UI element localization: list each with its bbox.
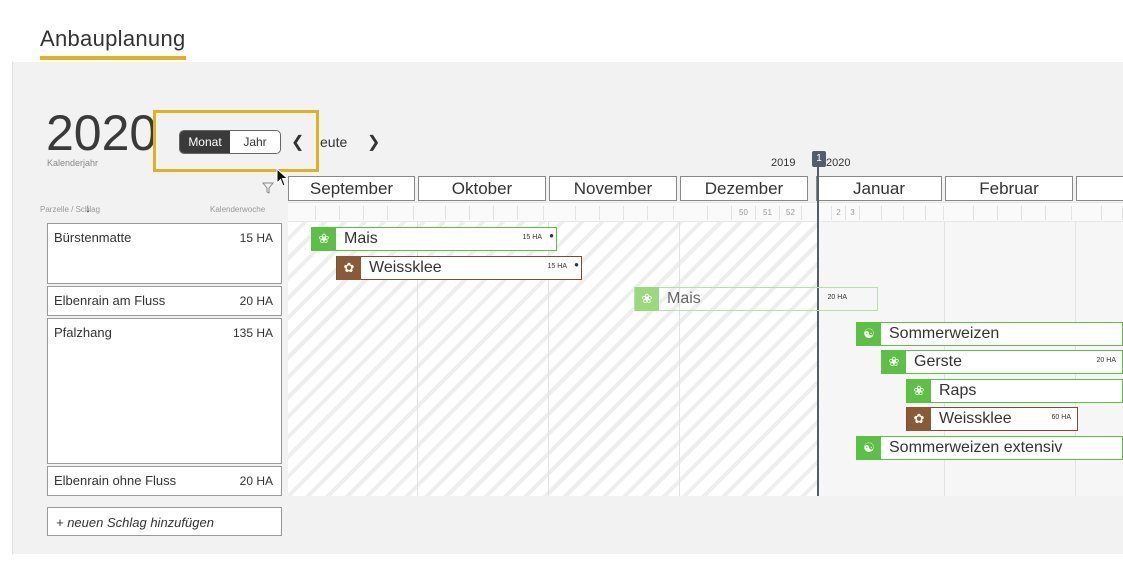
crop-bar[interactable]: ✿ Weissklee 60 HA — [906, 407, 1078, 431]
calendar-year: 2020 — [46, 105, 158, 161]
week-3: 3 — [846, 206, 860, 220]
plot-size: 20 HA — [239, 474, 273, 488]
crop-name: Gerste — [914, 353, 963, 370]
sort-down-icon[interactable]: ↓ — [85, 201, 91, 215]
month-december[interactable]: Dezember — [680, 176, 808, 201]
clover-icon: ✿ — [907, 407, 931, 431]
week-52: 52 — [780, 206, 802, 220]
chevron-left-icon[interactable]: ❮ — [291, 132, 304, 152]
crop-bar[interactable]: ❀ Mais 20 HA — [634, 287, 878, 311]
month-february[interactable]: Februar — [945, 176, 1073, 201]
crop-name: Mais — [344, 230, 378, 247]
lock-icon: ● — [574, 260, 579, 269]
month-october[interactable]: Oktober — [418, 176, 546, 201]
leaf-icon: ❀ — [312, 227, 336, 251]
leaf-icon: ❀ — [882, 350, 906, 374]
week-50: 50 — [732, 206, 756, 220]
view-toggle-year[interactable]: Jahr — [230, 131, 280, 153]
chevron-right-icon[interactable]: ❯ — [367, 132, 380, 152]
plot-name: Pfalzhang — [54, 325, 112, 340]
month-september[interactable]: September — [288, 176, 415, 201]
plot-name: Elbenrain ohne Fluss — [54, 473, 177, 488]
column-header-week: Kalenderwoche — [210, 205, 266, 214]
crop-name: Weissklee — [939, 410, 1012, 427]
month-header-row: September Oktober November Dezember Janu… — [288, 176, 1123, 201]
add-plot-button[interactable]: + neuen Schlag hinzufügen — [47, 507, 282, 536]
wheat-icon: ☯ — [857, 322, 881, 346]
lock-icon: ● — [549, 231, 554, 240]
today-button[interactable]: eute — [320, 134, 347, 150]
plot-size: 135 HA — [232, 326, 273, 340]
crop-name: Sommerweizen — [889, 325, 1000, 342]
crop-bar[interactable]: ❀ Mais 15 HA ● — [311, 227, 557, 251]
leaf-icon: ❀ — [907, 379, 931, 403]
plot-size: 15 HA — [239, 231, 273, 245]
week-2: 2 — [832, 206, 846, 220]
plot-name: Elbenrain am Fluss — [54, 293, 166, 308]
clover-icon: ✿ — [337, 256, 361, 280]
crop-name: Mais — [667, 290, 701, 307]
crop-area: 15 HA — [547, 263, 567, 270]
panel-left-border — [12, 62, 13, 554]
wheat-icon: ☯ — [857, 436, 881, 460]
year-divider-right: 2020 — [826, 157, 851, 169]
column-header-plot: Parzelle / Schlag — [40, 205, 101, 214]
plot-name: Bürstenmatte — [54, 230, 132, 245]
week-51: 51 — [756, 206, 780, 220]
crop-name: Raps — [939, 382, 977, 399]
plot-row[interactable]: Pfalzhang 135 HA — [47, 318, 282, 464]
today-line — [817, 165, 819, 496]
month-march[interactable] — [1076, 176, 1123, 201]
crop-name: Sommerweizen extensiv — [889, 439, 1063, 456]
crop-bar[interactable]: ❀ Raps — [906, 379, 1123, 403]
month-january[interactable]: Januar — [816, 176, 942, 201]
week-marker[interactable]: 1 — [812, 151, 826, 167]
plot-size: 20 HA — [239, 294, 273, 308]
crop-bar[interactable]: ✿ Weissklee 15 HA ● — [336, 256, 582, 280]
calendar-year-label: Kalenderjahr — [47, 158, 99, 168]
crop-bar[interactable]: ❀ Gerste 20 HA — [881, 350, 1123, 374]
crop-area: 20 HA — [827, 294, 847, 301]
crop-area: 20 HA — [1096, 357, 1116, 364]
crop-name: Weissklee — [369, 259, 442, 276]
plot-row[interactable]: Bürstenmatte 15 HA — [47, 223, 282, 284]
crop-bar[interactable]: ☯ Sommerweizen extensiv — [856, 436, 1123, 460]
week-row: 50 51 52 2 3 — [288, 202, 1123, 222]
plot-row[interactable]: Elbenrain am Fluss 20 HA — [47, 286, 282, 316]
page-title: Anbauplanung — [40, 26, 186, 51]
view-toggle[interactable]: Monat Jahr — [179, 130, 281, 154]
crop-bar[interactable]: ☯ Sommerweizen — [856, 322, 1123, 346]
plot-row[interactable]: Elbenrain ohne Fluss 20 HA — [47, 466, 282, 496]
title-underline — [40, 56, 186, 60]
view-toggle-month[interactable]: Monat — [180, 131, 230, 153]
crop-area: 60 HA — [1051, 414, 1071, 421]
filter-icon[interactable] — [262, 182, 274, 194]
crop-area: 15 HA — [522, 234, 542, 241]
year-divider-left: 2019 — [771, 157, 796, 169]
leaf-icon: ❀ — [635, 287, 659, 311]
month-november[interactable]: November — [549, 176, 677, 201]
